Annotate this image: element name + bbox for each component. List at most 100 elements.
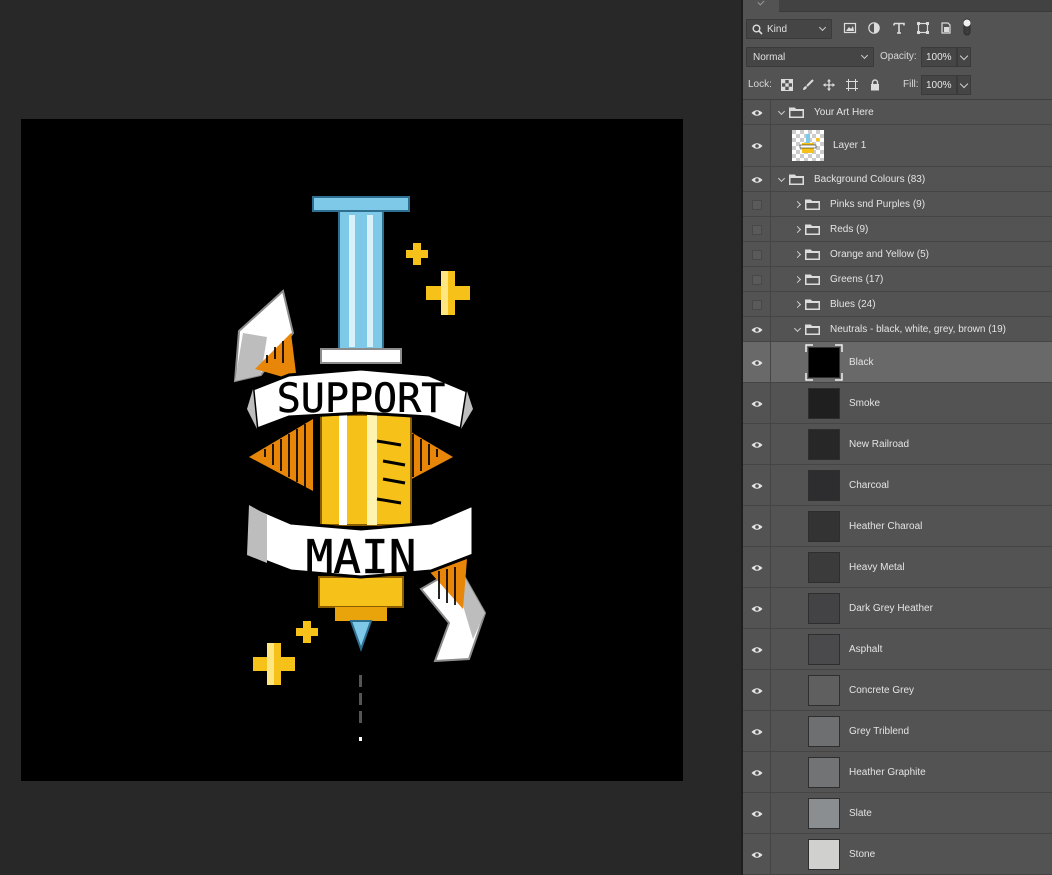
layer-row[interactable]: Black (743, 342, 1052, 383)
layers-tab[interactable] (743, 0, 779, 12)
chevron-down-icon[interactable] (793, 324, 802, 333)
visibility-empty-box[interactable] (752, 200, 762, 210)
chevron-right-icon[interactable] (793, 300, 802, 309)
folder-icon (789, 107, 804, 118)
artboard-canvas[interactable]: SUPPORT MAIN (21, 119, 683, 781)
layer-row[interactable]: Dark Grey Heather (743, 588, 1052, 629)
layer-row[interactable]: Asphalt (743, 629, 1052, 670)
lock-all-icon[interactable] (869, 79, 881, 91)
layer-name: Reds (9) (830, 224, 869, 235)
layer-row[interactable]: Concrete Grey (743, 670, 1052, 711)
layer-row[interactable]: Heather Graphite (743, 752, 1052, 793)
layer-row[interactable]: Stone (743, 834, 1052, 875)
chevron-right-icon[interactable] (793, 275, 802, 284)
visibility-eye-icon[interactable] (751, 482, 763, 490)
layer-row[interactable]: New Railroad (743, 424, 1052, 465)
folder-icon (805, 224, 820, 235)
layer-color-thumbnail (808, 552, 840, 583)
visibility-eye-icon[interactable] (751, 359, 763, 367)
layer-name: Grey Triblend (849, 726, 910, 737)
needle (349, 620, 373, 652)
visibility-eye-icon[interactable] (751, 326, 763, 334)
folder-icon (805, 274, 820, 285)
type-filter-icon[interactable] (892, 21, 906, 35)
lock-paint-icon[interactable] (802, 79, 814, 91)
layer-row[interactable]: Background Colours (83) (743, 167, 1052, 192)
lock-position-icon[interactable] (823, 79, 835, 91)
layer-name: Smoke (849, 398, 881, 409)
layer-name: Concrete Grey (849, 685, 915, 696)
layer-row[interactable]: Grey Triblend (743, 711, 1052, 752)
opacity-input[interactable]: 100% (921, 47, 957, 67)
filter-toggle-icon[interactable] (961, 17, 973, 37)
visibility-eye-icon[interactable] (751, 176, 763, 184)
chevron-down-icon (860, 51, 869, 60)
visibility-empty-box[interactable] (752, 225, 762, 235)
filter-kind-select[interactable]: Kind (746, 19, 832, 39)
layer-row[interactable]: Greens (17) (743, 267, 1052, 292)
blend-options-row: Normal Opacity: 100% (743, 45, 1052, 69)
adjustment-filter-icon[interactable] (867, 21, 881, 35)
opacity-slider-toggle[interactable] (957, 47, 971, 67)
tab-chevron-icon (757, 0, 765, 6)
visibility-eye-icon[interactable] (751, 605, 763, 613)
layer-thumbnail (792, 130, 824, 161)
folder-icon (789, 174, 804, 185)
layer-row[interactable]: Layer 1 (743, 125, 1052, 167)
shape-filter-icon[interactable] (916, 21, 930, 35)
fill-input[interactable]: 100% (921, 75, 957, 95)
lock-options-row: Lock: Fill: 100% (743, 73, 1052, 97)
document-workspace[interactable]: SUPPORT MAIN (0, 0, 741, 875)
layer-color-thumbnail (808, 470, 840, 501)
blend-mode-select[interactable]: Normal (746, 47, 874, 67)
layer-name: Orange and Yellow (5) (830, 249, 929, 260)
sparkle-small-bottom (296, 621, 318, 643)
lock-transparent-icon[interactable] (781, 79, 793, 91)
image-filter-icon[interactable] (843, 21, 857, 35)
chevron-down-icon[interactable] (777, 107, 786, 116)
chevron-right-icon[interactable] (793, 225, 802, 234)
visibility-empty-box[interactable] (752, 250, 762, 260)
visibility-eye-icon[interactable] (751, 142, 763, 150)
visibility-empty-box[interactable] (752, 275, 762, 285)
chevron-right-icon[interactable] (793, 200, 802, 209)
chevron-down-icon (818, 23, 827, 32)
visibility-eye-icon[interactable] (751, 441, 763, 449)
panel-tab-strip (743, 0, 1052, 12)
visibility-empty-box[interactable] (752, 300, 762, 310)
chevron-right-icon[interactable] (793, 250, 802, 259)
layer-row[interactable]: Blues (24) (743, 292, 1052, 317)
plunger-rod (338, 210, 384, 352)
visibility-eye-icon[interactable] (751, 769, 763, 777)
layer-row[interactable]: Slate (743, 793, 1052, 834)
visibility-eye-icon[interactable] (751, 523, 763, 531)
layer-row[interactable]: Your Art Here (743, 100, 1052, 125)
smart-object-filter-icon[interactable] (939, 21, 953, 35)
lock-artboard-icon[interactable] (846, 79, 858, 91)
layer-row[interactable]: Charcoal (743, 465, 1052, 506)
layer-row[interactable]: Reds (9) (743, 217, 1052, 242)
layer-name: Neutrals - black, white, grey, brown (19… (830, 324, 1006, 335)
layer-row[interactable]: Smoke (743, 383, 1052, 424)
visibility-eye-icon[interactable] (751, 400, 763, 408)
sparkle-small-top (406, 243, 428, 265)
layer-row[interactable]: Heather Charoal (743, 506, 1052, 547)
layer-name: New Railroad (849, 439, 910, 450)
visibility-eye-icon[interactable] (751, 564, 763, 572)
layer-row[interactable]: Heavy Metal (743, 547, 1052, 588)
layer-row[interactable]: Orange and Yellow (5) (743, 242, 1052, 267)
layer-name: Dark Grey Heather (849, 603, 933, 614)
visibility-eye-icon[interactable] (751, 687, 763, 695)
visibility-eye-icon[interactable] (751, 646, 763, 654)
layer-name: Slate (849, 808, 872, 819)
visibility-eye-icon[interactable] (751, 810, 763, 818)
visibility-eye-icon[interactable] (751, 851, 763, 859)
chevron-down-icon[interactable] (777, 174, 786, 183)
layer-row[interactable]: Pinks snd Purples (9) (743, 192, 1052, 217)
visibility-eye-icon[interactable] (751, 109, 763, 117)
fill-label: Fill: (903, 79, 919, 90)
layer-row[interactable]: Neutrals - black, white, grey, brown (19… (743, 317, 1052, 342)
layer-name: Heather Charoal (849, 521, 923, 532)
visibility-eye-icon[interactable] (751, 728, 763, 736)
fill-slider-toggle[interactable] (957, 75, 971, 95)
